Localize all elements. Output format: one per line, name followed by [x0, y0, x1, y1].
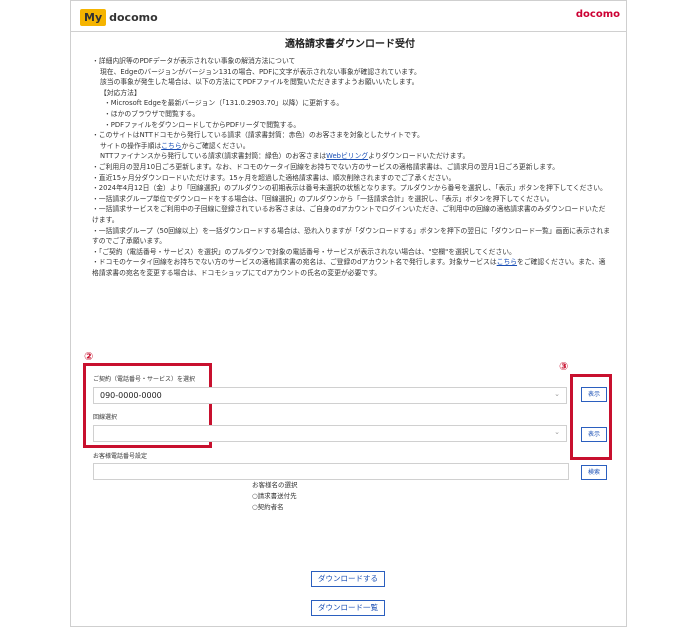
page-title: 適格請求書ダウンロード受付 — [285, 39, 415, 50]
my-docomo-logo[interactable]: My docomo — [80, 9, 158, 26]
line-select-label: 回線選択 — [93, 414, 118, 421]
notice-item: 現在、Edgeのバージョンがバージョン131の場合、PDFに文字が表示されない事… — [100, 67, 421, 76]
notice-item: 【対応方法】 — [100, 88, 141, 97]
web-billing-link[interactable]: Webビリング — [326, 152, 368, 160]
notice-item: ・直近15ヶ月分ダウンロードいただけます。15ヶ月を超過した適格請求書は、順次削… — [92, 173, 456, 182]
phone-setting-label: お客様電話番号設定 — [93, 453, 148, 460]
chevron-down-icon: ⌄ — [554, 390, 560, 398]
notice-text: よりダウンロードいただけます。 — [368, 152, 470, 161]
docomo-brand-logo: docomo — [575, 9, 620, 20]
annotation-marker-3: ③ — [559, 360, 569, 373]
notice-item: ・PDFファイルをダウンロードしてからPDFリーダで閲覧する。 — [104, 120, 301, 129]
notice-item: ・2024年4月12日（金）より「回線選択」のプルダウンの初期表示は番号未選択の… — [92, 184, 607, 193]
notice-text: ・ドコモのケータイ回線をお持ちでない方のサービスの適格請求書の宛名は、ご登録のd… — [92, 258, 497, 267]
download-list-button[interactable]: ダウンロード一覧 — [311, 600, 385, 616]
radio-invoice-recipient[interactable]: ○請求書送付先 — [252, 491, 297, 502]
contract-select-label: ご契約（電話番号・サービス）を選択 — [93, 376, 196, 383]
target-services-link[interactable]: こちら — [497, 258, 517, 266]
notice-text: サイトの操作手順は — [100, 141, 162, 150]
notice-item: ・ご利用月の翌月10日ごろ更新します。なお、ドコモのケータイ回線をお持ちでない方… — [92, 162, 560, 171]
show-button[interactable]: 表示 — [581, 427, 607, 442]
notice-item: ・詳細内訳等のPDFデータが表示されない事象の解消方法について — [92, 57, 296, 65]
search-button[interactable]: 検索 — [581, 465, 607, 480]
notice-list: ・詳細内訳等のPDFデータが表示されない事象の解消方法について 現在、Edgeの… — [92, 56, 612, 278]
logo-my-badge: My — [80, 9, 107, 26]
show-button[interactable]: 表示 — [581, 387, 607, 402]
notice-item: ・このサイトはNTTドコモから発行している請求（請求書封筒：赤色）のお客さまを対… — [92, 131, 424, 140]
notice-item: ・「ご契約（電話番号・サービス）を選択」のプルダウンで対象の電話番号・サービスが… — [92, 247, 516, 256]
name-radio-group: ○請求書送付先 ○契約者名 — [252, 491, 297, 513]
annotation-marker-2: ② — [84, 350, 94, 363]
logo-docomo-text: docomo — [109, 11, 158, 24]
notice-text: からご確認ください。 — [181, 141, 250, 150]
manual-link[interactable]: こちら — [161, 142, 181, 150]
chevron-down-icon: ⌄ — [554, 428, 560, 436]
notice-item: NTTファイナンスから発行している請求(請求書封筒：緑色）のお客さまはWebビリ… — [92, 151, 612, 162]
phone-setting-input[interactable] — [93, 463, 569, 480]
notice-text: NTTファイナンスから発行している請求(請求書封筒：緑色）のお客さまは — [100, 152, 327, 161]
notice-item: ・一括請求グループ単位でダウンロードをする場合は、「回線選択」のプルダウンから「… — [92, 194, 554, 203]
notice-item: 該当の事象が発生した場合は、以下の方法にてPDFファイルを閲覧いただきますようお… — [100, 78, 419, 87]
notice-item: ・ほかのブラウザで閲覧する。 — [104, 109, 200, 118]
notice-item: サイトの操作手順はこちらからご確認ください。 — [92, 141, 612, 152]
notice-item: ・Microsoft Edgeを最新バージョン（「131.0.2903.70」以… — [104, 99, 344, 108]
contract-select[interactable]: 090-0000-0000 ⌄ — [93, 387, 567, 404]
name-select-label: お客様名の選択 — [252, 481, 298, 489]
notice-item: ・一括請求グループ（50回線以上）を一括ダウンロードする場合は、恐れ入りますが「… — [92, 226, 611, 246]
download-button[interactable]: ダウンロードする — [311, 571, 385, 587]
notice-item: ・ドコモのケータイ回線をお持ちでない方のサービスの適格請求書の宛名は、ご登録のd… — [92, 257, 612, 278]
radio-contract-holder[interactable]: ○契約者名 — [252, 502, 297, 513]
notice-item: ・一括請求サービスをご利用中の子回線に登録されているお客さまは、ご自身のdアカウ… — [92, 205, 606, 224]
contract-select-value: 090-0000-0000 — [100, 391, 162, 400]
line-select[interactable]: ⌄ — [93, 425, 567, 442]
